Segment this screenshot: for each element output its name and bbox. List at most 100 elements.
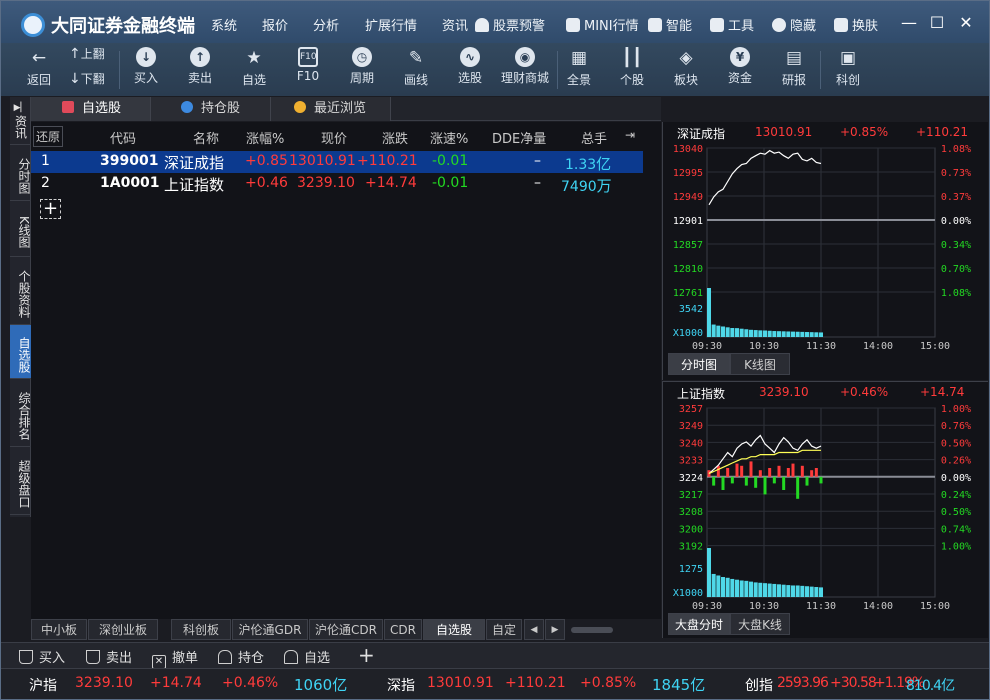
y-pct-tick-label: 0.37% <box>941 192 971 203</box>
stock-picker-button[interactable]: ∿ 选股 <box>452 43 488 96</box>
sheet-tab-custom[interactable]: 自定 <box>486 619 522 640</box>
star-market-button[interactable]: ▣ 科创 <box>830 43 866 96</box>
menu-extended-quotes[interactable]: 扩展行情 <box>365 15 417 34</box>
funds-button[interactable]: ¥ 资金 <box>722 43 758 96</box>
buy-button[interactable]: ↓ 买入 <box>128 43 164 96</box>
overview-button[interactable]: ▦ 全景 <box>561 43 597 96</box>
menu-analysis[interactable]: 分析 <box>313 15 339 34</box>
scroll-left-button[interactable]: ◀ <box>524 619 544 640</box>
back-button[interactable]: ← 返回 <box>19 43 59 96</box>
menu-quotes[interactable]: 报价 <box>262 15 288 34</box>
col-header-price[interactable]: 现价 <box>321 128 347 147</box>
maximize-button[interactable]: ☐ <box>927 13 947 33</box>
volume-bar <box>730 328 735 337</box>
menu-news[interactable]: 资讯 <box>442 15 468 34</box>
col-header-dde[interactable]: DDE净量 <box>492 128 546 147</box>
sheet-tab-cdr[interactable]: CDR <box>384 619 422 640</box>
col-header-volume[interactable]: 总手 <box>581 128 607 147</box>
wealth-mall-button[interactable]: ◉ 理财商城 <box>499 43 551 96</box>
status-index-pct: +0.46% <box>222 675 279 691</box>
action-cancel-order[interactable]: ✕ 撤单 <box>152 647 198 669</box>
menu-hide[interactable]: 隐藏 <box>772 15 816 34</box>
sheet-tab-chinext[interactable]: 深创业板 <box>88 619 158 640</box>
flow-bar <box>768 468 772 477</box>
list-tabs: 自选股 持仓股 最近浏览 <box>31 97 661 121</box>
action-watchlist[interactable]: 自选 <box>284 647 330 666</box>
sheet-tab-cdr-connect[interactable]: 沪伦通CDR <box>309 619 383 640</box>
sheet-tab-star[interactable]: 科创板 <box>171 619 231 640</box>
col-header-change[interactable]: 涨跌 <box>382 128 408 147</box>
menu-tools[interactable]: 工具 <box>710 15 754 34</box>
change-speed: -0.01 <box>432 153 469 169</box>
pin-column-icon[interactable]: ⇥ <box>625 128 635 142</box>
market-kline-button[interactable]: 大盘K线 <box>730 613 790 635</box>
action-holdings[interactable]: 持仓 <box>218 647 264 666</box>
arrow-right-icon: ▶▏ <box>13 103 28 113</box>
sell-button[interactable]: ↑ 卖出 <box>182 43 218 96</box>
sheet-tab-gdr[interactable]: 沪伦通GDR <box>232 619 308 640</box>
side-tab-ranking[interactable]: 综合排名 <box>10 379 31 447</box>
status-index-amount: 1845亿 <box>652 674 705 695</box>
f10-button[interactable]: F10 F10 <box>290 43 326 96</box>
menu-system[interactable]: 系统 <box>211 15 237 34</box>
menu-stock-alert[interactable]: 股票预警 <box>475 15 545 34</box>
side-tab-news[interactable]: ▶▏ 资讯 <box>10 97 31 145</box>
side-tab-watchlist[interactable]: 自选股 <box>10 325 31 379</box>
table-row[interactable]: 2 1A0001 上证指数 +0.46 3239.10 +14.74 -0.01… <box>31 173 643 195</box>
col-header-name[interactable]: 名称 <box>193 128 219 147</box>
col-header-pct[interactable]: 涨幅% <box>246 128 284 147</box>
bell-icon <box>475 18 489 32</box>
side-tab-super-book[interactable]: 超级盘口 <box>10 447 31 515</box>
x-tick-label: 10:30 <box>749 601 779 612</box>
market-timeshare-button[interactable]: 大盘分时 <box>668 613 730 635</box>
draw-line-button[interactable]: ✎ 画线 <box>398 43 434 96</box>
research-button[interactable]: ▤ 研报 <box>776 43 812 96</box>
price-line <box>708 149 822 206</box>
sector-button[interactable]: ◈ 板块 <box>668 43 704 96</box>
add-action-button[interactable]: + <box>358 643 375 667</box>
menu-skin[interactable]: 换肤 <box>834 15 878 34</box>
page-up-button[interactable]: ↑上翻 <box>69 45 115 69</box>
tab-watchlist[interactable]: 自选股 <box>31 97 151 121</box>
app-window: 大同证券金融终端 系统 报价 分析 扩展行情 资讯 股票预警 MINI行情 智能… <box>0 0 990 700</box>
timeshare-button[interactable]: 分时图 <box>668 353 730 375</box>
volume-bar <box>707 548 711 597</box>
action-sell[interactable]: 卖出 <box>86 647 132 666</box>
menu-smart[interactable]: 智能 <box>648 15 692 34</box>
side-tab-kline[interactable]: K线图 <box>10 201 31 257</box>
volume-bar <box>814 587 819 597</box>
volume-bar <box>781 331 786 337</box>
volume-bar <box>763 583 767 597</box>
minimize-button[interactable]: — <box>899 13 919 33</box>
stock-name: 深证成指 <box>164 154 225 172</box>
clock-icon: ◷ <box>352 47 372 67</box>
row-number: 2 <box>41 175 50 191</box>
add-stock-button[interactable]: + <box>40 199 61 219</box>
kline-button[interactable]: K线图 <box>730 353 790 375</box>
period-button[interactable]: ◷ 周期 <box>344 43 380 96</box>
side-tab-profile[interactable]: 个股资料 <box>10 257 31 325</box>
side-tab-timeshare[interactable]: 分时图 <box>10 145 31 201</box>
trade-action-bar: 买入 卖出 ✕ 撤单 持仓 自选 + <box>1 642 989 669</box>
col-header-speed[interactable]: 涨速% <box>430 128 468 147</box>
scroll-right-button[interactable]: ▶ <box>545 619 565 640</box>
sheet-tab-watchlist[interactable]: 自选股 <box>423 619 485 640</box>
close-button[interactable]: ✕ <box>956 13 976 33</box>
watchlist-button[interactable]: ★ 自选 <box>236 43 272 96</box>
tab-recent[interactable]: 最近浏览 <box>271 97 391 121</box>
sheet-tab-sme[interactable]: 中小板 <box>31 619 87 640</box>
action-buy[interactable]: 买入 <box>19 647 65 666</box>
flow-bar <box>721 476 725 490</box>
page-down-button[interactable]: ↓下翻 <box>69 70 115 94</box>
x-tick-label: 09:30 <box>692 341 722 352</box>
col-header-code[interactable]: 代码 <box>110 128 136 147</box>
app-logo-icon <box>21 13 45 37</box>
volume-bar <box>735 579 739 597</box>
sheet-scrollbar[interactable] <box>571 627 613 633</box>
x-tick-label: 11:30 <box>806 341 836 352</box>
table-row[interactable]: 1 399001 深证成指 +0.85 13010.91 +110.21 -0.… <box>31 151 643 173</box>
tab-holdings[interactable]: 持仓股 <box>151 97 271 121</box>
restore-button[interactable]: 还原 <box>33 126 64 147</box>
individual-stock-button[interactable]: ┃┃ 个股 <box>614 43 650 96</box>
menu-mini-quotes[interactable]: MINI行情 <box>566 15 639 34</box>
